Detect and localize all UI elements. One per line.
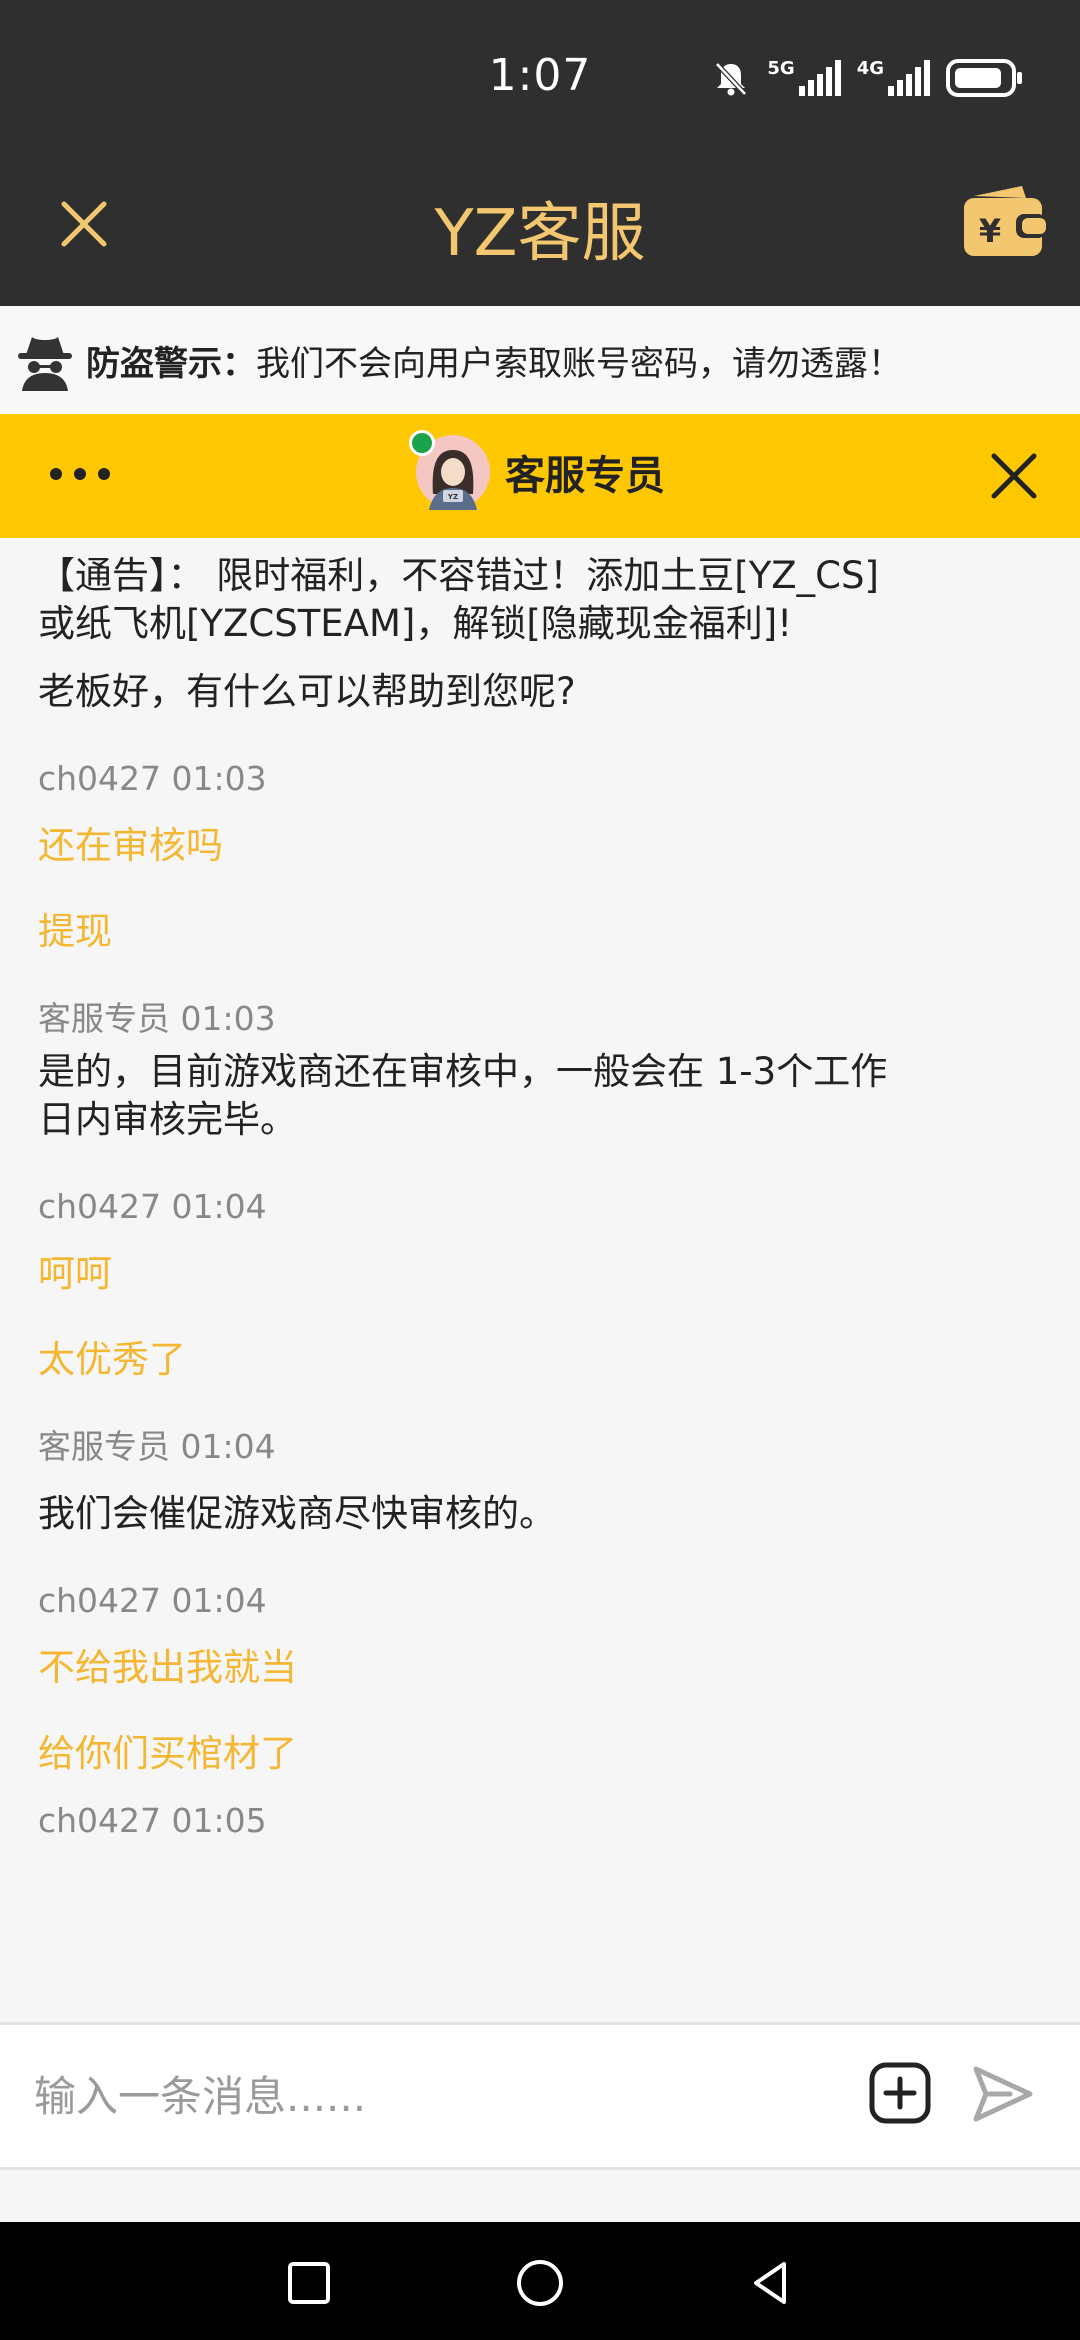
message-meta: 客服专员 01:04 <box>38 1427 276 1466</box>
mute-bell-icon <box>715 62 748 96</box>
svg-text:¥: ¥ <box>979 212 1001 250</box>
user-message: 还在审核吗 <box>38 824 223 867</box>
recents-square-icon[interactable] <box>284 2258 334 2308</box>
agent-bar: YZ 客服专员 <box>0 414 1080 538</box>
greeting-message: 老板好，有什么可以帮助到您呢? <box>38 670 576 713</box>
message-group: ch0427 01:05 <box>38 1798 898 1844</box>
chat-messages[interactable]: 【通告】： 限时福利，不容错过！添加土豆[YZ_CS]或纸飞机[YZCSTEAM… <box>0 538 1080 2022</box>
agent-message: 是的，目前游戏商还在审核中，一般会在 1-3个工作日内审核完毕。 <box>38 1050 888 1141</box>
system-nav-bar <box>0 2222 1080 2340</box>
message-group: 客服专员 01:04 我们会催促游戏商尽快审核的。 <box>38 1424 898 1538</box>
spy-icon <box>18 337 72 391</box>
message-composer <box>0 2022 1080 2170</box>
message-meta: ch0427 01:04 <box>38 1187 267 1226</box>
announcement-message: 【通告】： 限时福利，不容错过！添加土豆[YZ_CS]或纸飞机[YZCSTEAM… <box>38 554 879 645</box>
agent-name: 客服专员 <box>505 453 665 499</box>
message-meta: ch0427 01:05 <box>38 1801 267 1840</box>
online-status-dot <box>409 430 435 456</box>
signal-5g-icon: 5G <box>767 60 841 96</box>
home-circle-icon[interactable] <box>515 2258 565 2308</box>
warning-label: 防盗警示： <box>86 343 256 384</box>
user-message: 不给我出我就当 <box>38 1646 297 1689</box>
message-meta: 客服专员 01:03 <box>38 999 276 1038</box>
svg-text:YZ: YZ <box>447 493 458 501</box>
close-chat-icon[interactable] <box>988 450 1040 502</box>
add-attachment-icon[interactable] <box>868 2061 932 2125</box>
message-meta: ch0427 01:03 <box>38 759 267 798</box>
avatar: YZ <box>409 430 491 510</box>
user-message: 给你们买棺材了 <box>38 1732 297 1775</box>
battery-icon <box>946 59 1022 97</box>
message-group: ch0427 01:04 不给我出我就当 给你们买棺材了 <box>38 1578 898 1778</box>
back-triangle-icon[interactable] <box>746 2258 796 2308</box>
agent-info: YZ 客服专员 <box>0 430 1080 510</box>
warning-text: 我们不会向用户索取账号密码，请勿透露！ <box>256 343 902 384</box>
security-warning: 防盗警示： 我们不会向用户索取账号密码，请勿透露！ <box>0 306 1080 414</box>
header-bar: YZ客服 ¥ <box>0 156 1080 306</box>
send-icon[interactable] <box>970 2061 1036 2127</box>
user-message: 呵呵 <box>38 1252 112 1295</box>
status-bar: 1:07 5G 4G <box>0 0 1080 156</box>
message-group: 客服专员 01:03 是的，目前游戏商还在审核中，一般会在 1-3个工作日内审核… <box>38 996 898 1144</box>
page-title: YZ客服 <box>434 197 646 271</box>
user-message: 提现 <box>38 910 112 953</box>
message-meta: ch0427 01:04 <box>38 1581 267 1620</box>
message-group: ch0427 01:03 还在审核吗 提现 <box>38 756 898 956</box>
message-input[interactable] <box>32 2055 836 2137</box>
user-message: 太优秀了 <box>38 1338 186 1381</box>
wallet-icon[interactable]: ¥ <box>960 182 1050 262</box>
message-group: ch0427 01:04 呵呵 太优秀了 <box>38 1184 898 1384</box>
signal-4g-icon: 4G <box>857 60 930 96</box>
status-icons: 5G 4G <box>711 56 1024 100</box>
agent-message: 我们会催促游戏商尽快审核的。 <box>38 1492 556 1535</box>
